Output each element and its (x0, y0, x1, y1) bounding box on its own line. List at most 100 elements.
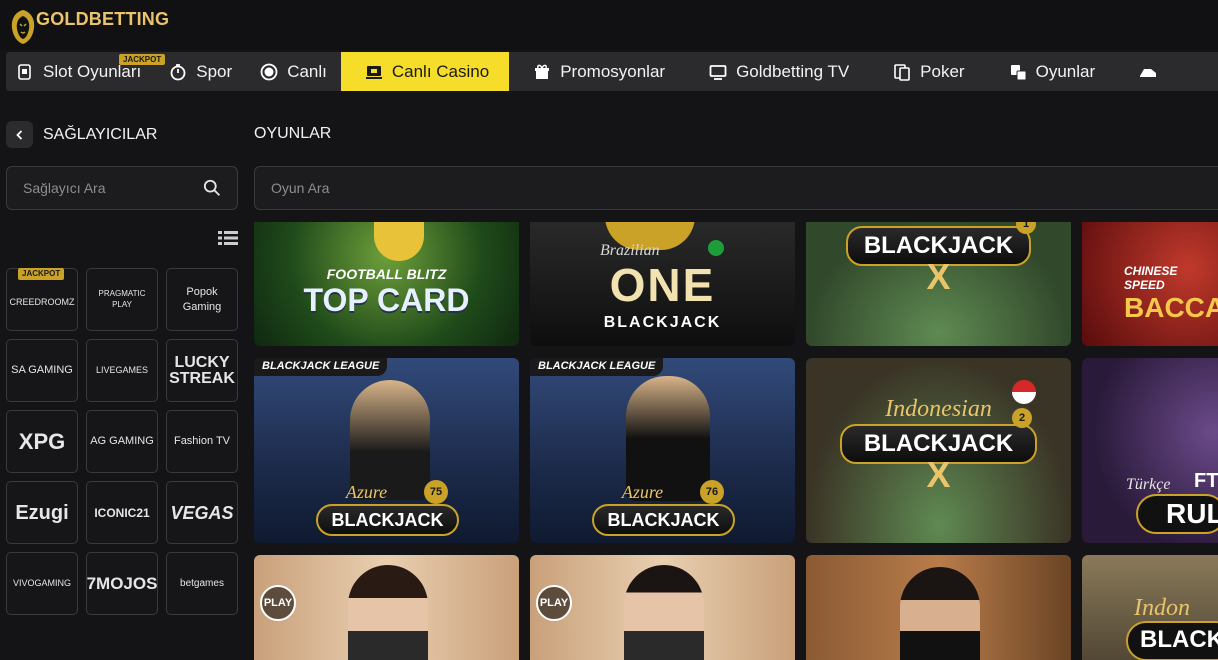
game-search[interactable] (254, 166, 1218, 210)
provider-label: ICONIC21 (94, 505, 150, 520)
nav-label: Poker (920, 61, 965, 81)
provider-label: LIVEGAMES (95, 364, 149, 375)
league-text: BLACKJACK LEAGUE (262, 360, 380, 372)
provider-label: betgames (180, 578, 224, 589)
league-text: BLACKJACK LEAGUE (538, 360, 656, 372)
provider-livegames[interactable]: LIVEGAMES (86, 339, 158, 402)
game-line3: FT (1194, 470, 1218, 492)
provider-label: Fashion TV (173, 435, 231, 448)
provider-label: SA GAMING (11, 364, 73, 377)
play-badge: PLAY (536, 585, 572, 621)
provider-label: LUCKY STREAK (169, 353, 235, 387)
game-tile-azure-blackjack-76[interactable]: BLACKJACK LEAGUE Azure BLACKJACK 76 (530, 358, 795, 543)
game-grid: FOOTBALL BLITZ TOP CARD Brazilian ONE BL… (254, 222, 1218, 660)
stopwatch-icon (169, 63, 187, 81)
nav-item-slot-oyunlari[interactable]: Slot Oyunları JACKPOT (6, 52, 166, 91)
nav-label: Oyunlar (1035, 61, 1096, 81)
nav-item-canli[interactable]: Canlı (246, 52, 341, 91)
nav-item-promosyonlar[interactable]: Promosyonlar (509, 52, 679, 91)
nav-label: Canlı Casino (391, 61, 490, 81)
provider-label: Ezugi (15, 501, 69, 524)
game-line2: ONE (609, 259, 716, 311)
provider-xpg[interactable]: XPG (6, 410, 78, 473)
game-title-pill: BLACKJACK (316, 504, 459, 536)
table-number-badge: 75 (424, 480, 448, 504)
provider-popok-gaming[interactable]: Popok Gaming (166, 268, 238, 331)
nav-item-spor[interactable]: Spor (155, 52, 246, 91)
nav-label: Promosyonlar (560, 61, 666, 81)
back-button[interactable] (6, 121, 33, 148)
game-tile-blackjack-x-1[interactable]: BLACKJACK X 1 (806, 222, 1071, 346)
provider-search[interactable] (6, 166, 238, 210)
top-bar: GOLDBETTING (0, 0, 1218, 50)
provider-creedroomz[interactable]: JACKPOT CREEDROOMZ (6, 268, 78, 331)
chevron-left-icon (15, 129, 22, 140)
nav-item-poker[interactable]: Poker (863, 52, 978, 91)
game-tile-indonesian-blackjack-x[interactable]: Indonesian BLACKJACK X 2 (806, 358, 1071, 543)
nav-item-goldbetting-tv[interactable]: Goldbetting TV (679, 52, 863, 91)
game-tile-indonesian-blackjack-2[interactable]: Indon BLACK (1082, 555, 1218, 660)
game-search-input[interactable] (271, 180, 1207, 196)
nav-label: Spor (196, 61, 233, 81)
game-line2: BACCA (1124, 292, 1218, 323)
play-badge: PLAY (260, 585, 296, 621)
provider-vegas[interactable]: VEGAS (166, 481, 238, 544)
game-line3: BLACKJACK (603, 314, 722, 331)
game-tile-chinese-speed-baccarat[interactable]: CHINESE SPEED BACCA (1082, 222, 1218, 346)
search-icon[interactable] (203, 178, 221, 198)
slot-icon (16, 63, 34, 81)
game-line1: CHINESE SPEED (1124, 264, 1178, 292)
table-number-badge: 76 (700, 480, 724, 504)
games-title: OYUNLAR (254, 125, 332, 142)
league-badge: BLACKJACK LEAGUE (530, 358, 664, 376)
game-tile-brazilian-one-blackjack[interactable]: Brazilian ONE BLACKJACK (530, 222, 795, 346)
game-tile-football-blitz[interactable]: FOOTBALL BLITZ TOP CARD (254, 222, 519, 346)
dealer-figure (374, 222, 424, 261)
live-casino-icon (365, 63, 383, 81)
game-title-pill: BLACKJACK (592, 504, 735, 536)
provider-7mojos[interactable]: 7MOJOS (86, 552, 158, 615)
game-tile-play-2[interactable]: PLAY (530, 555, 795, 660)
sidebar-title: SAĞLAYICILAR (43, 125, 158, 143)
nav-label: Goldbetting TV (736, 61, 850, 81)
provider-label: AG GAMING (90, 435, 154, 448)
nav-item-canli-casino[interactable]: Canlı Casino (340, 52, 510, 91)
nav-item-more[interactable] (1109, 52, 1166, 91)
list-view-icon[interactable] (218, 230, 238, 246)
provider-search-input[interactable] (23, 180, 203, 196)
game-tile-dealer[interactable] (806, 555, 1071, 660)
game-line2: RUL (1166, 498, 1218, 529)
game-line2: BLACK (1140, 626, 1218, 653)
provider-vivogaming[interactable]: VIVOGAMING (6, 552, 78, 615)
provider-label: CREEDROOMZ (9, 296, 75, 307)
provider-iconic21[interactable]: ICONIC21 (86, 481, 158, 544)
brand-logo[interactable]: GOLDBETTING (6, 6, 169, 46)
provider-fashion-tv[interactable]: Fashion TV (166, 410, 238, 473)
gift-icon (533, 63, 551, 81)
game-line2: X (926, 256, 951, 297)
provider-label: VIVOGAMING (12, 577, 71, 588)
provider-label: XPG (18, 428, 66, 454)
nav-item-oyunlar[interactable]: Oyunlar (979, 52, 1110, 91)
provider-betgames[interactable]: betgames (166, 552, 238, 615)
provider-ag-gaming[interactable]: AG GAMING (86, 410, 158, 473)
provider-lucky-streak[interactable]: LUCKY STREAK (166, 339, 238, 402)
provider-label: 7MOJOS (86, 574, 158, 593)
tv-icon (709, 63, 727, 81)
game-line3: X (926, 454, 951, 495)
brand-name: GOLDBETTING (36, 8, 170, 29)
provider-label: Popok Gaming (182, 286, 222, 313)
game-tile-azure-blackjack-75[interactable]: BLACKJACK LEAGUE Azure BLACKJACK 75 (254, 358, 519, 543)
game-line1: Azure (345, 482, 388, 502)
main-nav: Slot Oyunları JACKPOT Spor Canlı Canlı C… (6, 52, 1218, 91)
nav-label: Canlı (287, 61, 327, 81)
provider-ezugi[interactable]: Ezugi (6, 481, 78, 544)
game-line1: Azure (621, 482, 664, 502)
provider-pragmatic-play[interactable]: PRAGMATIC PLAY (86, 268, 158, 331)
provider-sa-gaming[interactable]: SA GAMING (6, 339, 78, 402)
game-tile-turkce-ft-rulet[interactable]: Türkçe FT RUL (1082, 358, 1218, 543)
provider-grid: JACKPOT CREEDROOMZ PRAGMATIC PLAY Popok … (6, 268, 238, 615)
live-icon (260, 63, 278, 81)
game-line1: Indon (1134, 595, 1190, 621)
game-tile-play-1[interactable]: PLAY (254, 555, 519, 660)
